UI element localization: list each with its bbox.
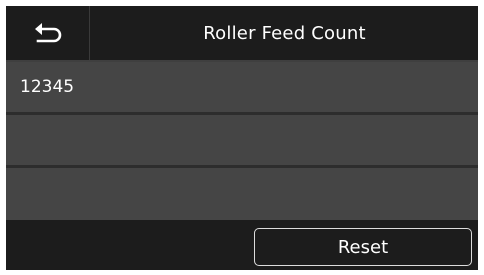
- header-bar: Roller Feed Count: [6, 6, 478, 60]
- list-row-count: 12345: [6, 62, 478, 115]
- back-button[interactable]: [6, 6, 90, 60]
- reset-button[interactable]: Reset: [254, 228, 472, 266]
- roller-feed-count-screen: Roller Feed Count 12345 Reset: [6, 6, 478, 270]
- back-arrow-icon: [33, 21, 63, 45]
- footer-bar: Reset: [6, 220, 478, 270]
- list-row-empty: [6, 168, 478, 220]
- roller-feed-count-value: 12345: [20, 77, 75, 97]
- page-title: Roller Feed Count: [203, 22, 366, 44]
- list-row-empty: [6, 115, 478, 168]
